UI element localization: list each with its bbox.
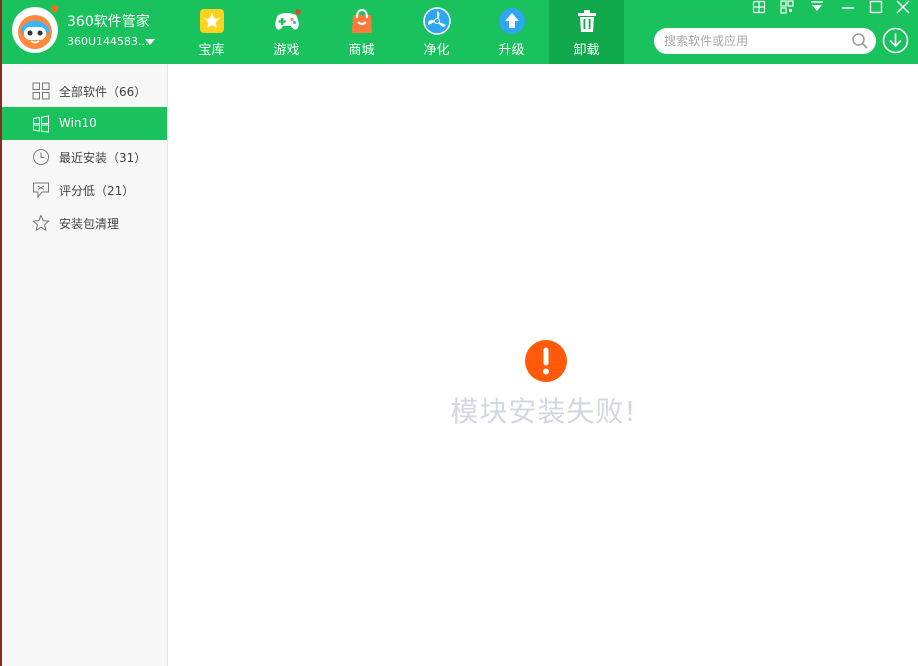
nav-tab-games[interactable]: 游戏	[249, 0, 324, 64]
shopping-bag-icon	[352, 8, 372, 33]
maximize-icon[interactable]	[868, 0, 884, 14]
search-icon[interactable]	[851, 32, 869, 50]
sidebar-item-recent-installs[interactable]: 最近安装（31）	[2, 140, 167, 173]
nav-tab-upgrade[interactable]: 升级	[474, 0, 549, 64]
app-window: 360软件管家 360U144583... 宝库 游戏 商城 净化 升级 卸载 …	[0, 0, 918, 666]
clock-icon	[33, 149, 49, 165]
sidebar: 全部软件（66） Win10 最近安装（31） 评分低（21） 安装包清理	[2, 64, 168, 666]
top-bar: 360软件管家 360U144583... 宝库 游戏 商城 净化 升级 卸载 …	[2, 0, 918, 64]
sidebar-item-label: 评分低（21）	[59, 184, 135, 198]
menu-caret-icon[interactable]	[809, 0, 825, 14]
sidebar-item-package-cleanup[interactable]: 安装包清理	[2, 206, 167, 239]
sidebar-item-label: 最近安装（31）	[59, 151, 147, 165]
mascot-icon	[13, 8, 57, 52]
nav-label: 升级	[498, 43, 525, 58]
qrcode-icon[interactable]	[779, 0, 795, 14]
search-box	[654, 28, 876, 54]
upgrade-arrow-icon	[499, 8, 525, 34]
nav-label: 卸载	[573, 43, 600, 58]
nav-tab-purify[interactable]: 净化	[399, 0, 474, 64]
user-id[interactable]: 360U144583...	[67, 35, 149, 48]
close-icon[interactable]	[895, 0, 911, 14]
trash-icon	[578, 10, 596, 32]
notification-dot	[51, 5, 58, 12]
sidebar-item-label: 全部软件（66）	[59, 85, 147, 99]
nav-tab-treasury[interactable]: 宝库	[174, 0, 249, 64]
sidebar-item-label: Win10	[59, 116, 97, 130]
nav-tab-store[interactable]: 商城	[324, 0, 399, 64]
download-manager-icon[interactable]	[882, 27, 909, 54]
gamepad-icon	[275, 9, 301, 30]
fan-icon	[423, 7, 451, 35]
nav-tab-uninstall[interactable]: 卸载	[549, 0, 624, 64]
skin-icon[interactable]	[751, 0, 767, 14]
sidebar-item-label: 安装包清理	[59, 217, 120, 231]
windows-icon	[33, 115, 49, 133]
nav-label: 宝库	[198, 43, 225, 58]
error-alert-icon	[525, 340, 567, 382]
star-icon	[200, 9, 224, 33]
nav-label: 净化	[423, 43, 450, 58]
thumbs-down-icon	[33, 182, 49, 199]
nav-label: 商城	[348, 43, 375, 58]
sidebar-item-all-software[interactable]: 全部软件（66）	[2, 74, 167, 107]
app-name: 360软件管家	[67, 14, 150, 30]
sidebar-item-low-rating[interactable]: 评分低（21）	[2, 173, 167, 206]
sidebar-item-win10[interactable]: Win10	[2, 107, 167, 140]
nav-label: 游戏	[273, 43, 300, 58]
avatar[interactable]	[12, 7, 58, 53]
minimize-icon[interactable]	[840, 0, 856, 14]
search-input[interactable]	[664, 31, 844, 51]
chevron-down-icon[interactable]	[143, 37, 157, 47]
main-content: 模块安装失败!	[169, 64, 918, 666]
grid-icon	[32, 82, 50, 100]
error-message: 模块安装失败!	[450, 395, 637, 428]
star-outline-icon	[32, 214, 50, 232]
